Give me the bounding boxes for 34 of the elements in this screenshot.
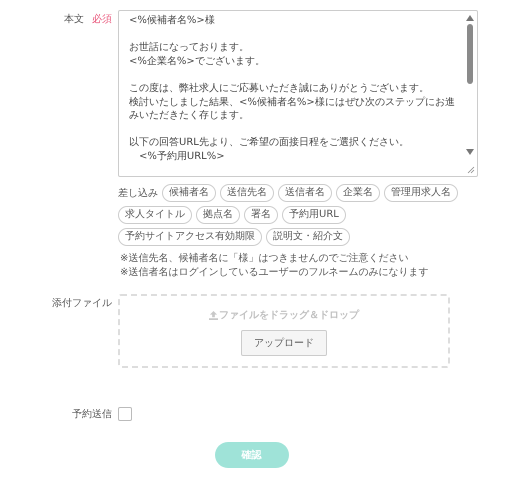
insert-label: 差し込み: [118, 186, 158, 200]
insert-tag[interactable]: 予約用URL: [282, 206, 346, 224]
note-text: ※送信者名はログインしているユーザーのフルネームのみになります: [120, 266, 430, 280]
note-text: ※送信先名、候補者名に「様」はつきませんのでご注意ください: [120, 252, 410, 266]
insert-tag[interactable]: 送信先名: [220, 184, 274, 202]
text-line: <%予約用URL%>: [138, 150, 225, 164]
drop-hint: ファイルをドラッグ＆ドロップ: [219, 308, 359, 322]
required-label: 必須: [92, 12, 112, 26]
field-label: 添付ファイル: [52, 297, 112, 310]
field-label: 本文: [64, 12, 84, 26]
field-label: 予約送信: [72, 408, 112, 421]
text-line: <%候補者名%>様: [129, 14, 215, 28]
scroll-down-icon[interactable]: [466, 149, 474, 155]
upload-button[interactable]: アップロード: [241, 330, 327, 356]
body-textarea[interactable]: <%候補者名%>様 お世話になっております。 <%企業名%>でございます。 この度は、弊社求人にご応募いただき誠にありがとうございます。 検討いたしました結果、<%候補者名%>様にはぜひ次のステップにお進みいただきたく存じます。 以下の回答URL先より、ご希望の面接日程をご選択ください。 <%予約用URL%>: [119, 11, 477, 176]
scroll-up-icon[interactable]: [466, 15, 474, 21]
insert-tag[interactable]: 説明文・紹介文: [266, 228, 350, 246]
insert-tag[interactable]: 送信者名: [278, 184, 332, 202]
insert-tag[interactable]: 候補者名: [162, 184, 216, 202]
insert-tag[interactable]: 署名: [244, 206, 278, 224]
checkbox[interactable]: [118, 407, 132, 421]
text-line: 検討いたしました結果、<%候補者名%>様にはぜひ次のステップにお進みいただきたく存じます。: [129, 96, 456, 123]
file-drop-zone[interactable]: ファイルをドラッグ＆ドロップ アップロード: [118, 294, 450, 368]
text-line: <%企業名%>でございます。: [129, 54, 265, 68]
insert-tag[interactable]: 予約サイトアクセス有効期限: [118, 228, 262, 246]
insert-tag[interactable]: 企業名: [336, 184, 380, 202]
text-line: お世話になっております。: [129, 41, 249, 55]
resize-handle-icon[interactable]: [467, 166, 475, 174]
upload-icon: [209, 310, 218, 320]
insert-tag[interactable]: 管理用求人名: [384, 184, 458, 202]
text-line: 以下の回答URL先より、ご希望の面接日程をご選択ください。: [129, 136, 409, 150]
text-line: この度は、弊社求人にご応募いただき誠にありがとうございます。: [129, 82, 429, 96]
insert-tag[interactable]: 求人タイトル: [118, 206, 192, 224]
insert-tag[interactable]: 拠点名: [196, 206, 240, 224]
